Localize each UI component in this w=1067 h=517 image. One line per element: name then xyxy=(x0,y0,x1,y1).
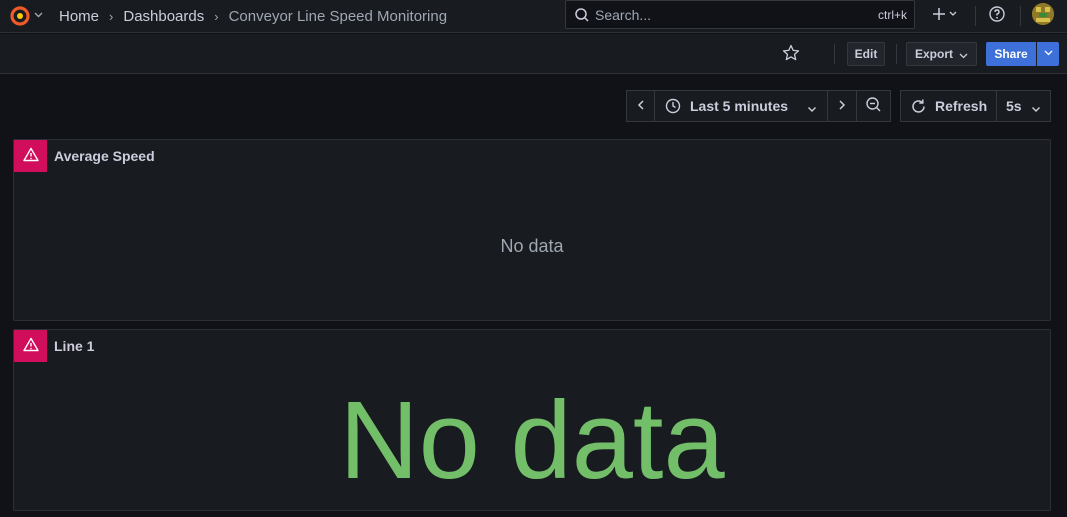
time-range-picker[interactable]: Last 5 minutes xyxy=(654,90,828,122)
zoom-out-icon xyxy=(865,96,882,116)
breadcrumb-dashboards[interactable]: Dashboards xyxy=(123,8,204,25)
panel-title[interactable]: Line 1 xyxy=(54,338,94,354)
export-label: Export xyxy=(915,47,954,61)
divider xyxy=(896,44,897,64)
divider xyxy=(975,6,976,26)
panel-average-speed: Average Speed No data xyxy=(13,139,1051,321)
edit-button[interactable]: Edit xyxy=(847,42,885,66)
refresh-button[interactable]: Refresh xyxy=(900,90,997,122)
search-placeholder: Search... xyxy=(595,7,652,23)
breadcrumb-current: Conveyor Line Speed Monitoring xyxy=(228,7,448,25)
zoom-out-button[interactable] xyxy=(856,90,891,122)
chevron-down-icon xyxy=(1044,48,1053,60)
refresh-interval-label: 5s xyxy=(1006,98,1022,114)
avatar[interactable] xyxy=(1032,3,1054,25)
top-navbar: Home › Dashboards › Conveyor Line Speed … xyxy=(0,0,1067,33)
no-data-stat-value: No data xyxy=(339,379,725,502)
add-new-button[interactable] xyxy=(929,5,961,25)
share-dropdown-button[interactable] xyxy=(1037,42,1059,66)
search-icon xyxy=(574,7,590,23)
help-icon[interactable] xyxy=(988,5,1008,25)
breadcrumb-separator-icon: › xyxy=(214,8,219,24)
breadcrumb-home[interactable]: Home xyxy=(59,8,99,25)
dashboard-toolbar: Edit Export Share xyxy=(0,34,1067,74)
divider xyxy=(834,44,835,64)
search-input[interactable]: Search... ctrl+k xyxy=(565,0,915,29)
chevron-right-icon xyxy=(837,98,847,114)
star-icon[interactable] xyxy=(782,44,802,64)
divider xyxy=(1020,6,1021,26)
time-range-forward-button[interactable] xyxy=(827,90,857,122)
warning-icon xyxy=(22,147,39,165)
panel-error-indicator[interactable] xyxy=(14,330,47,362)
chevron-left-icon xyxy=(636,98,646,114)
chevron-down-icon[interactable] xyxy=(34,8,44,22)
clock-icon xyxy=(665,98,681,114)
chevron-down-icon xyxy=(807,101,817,117)
search-shortcut: ctrl+k xyxy=(877,8,907,22)
time-range-label: Last 5 minutes xyxy=(690,98,789,114)
refresh-icon xyxy=(910,98,927,115)
grafana-logo-icon[interactable] xyxy=(7,3,33,29)
no-data-message: No data xyxy=(500,236,564,256)
warning-icon xyxy=(22,337,39,355)
panel-line-1: Line 1 No data xyxy=(13,329,1051,511)
plus-icon xyxy=(933,7,957,24)
panel-error-indicator[interactable] xyxy=(14,140,47,172)
breadcrumb: Home › Dashboards › Conveyor Line Speed … xyxy=(59,6,447,26)
breadcrumb-separator-icon: › xyxy=(109,8,114,24)
time-range-back-button[interactable] xyxy=(626,90,655,122)
panel-title[interactable]: Average Speed xyxy=(54,148,155,164)
export-button[interactable]: Export xyxy=(906,42,977,66)
chevron-down-icon xyxy=(959,49,968,63)
refresh-interval-picker[interactable]: 5s xyxy=(996,90,1051,122)
share-button[interactable]: Share xyxy=(986,42,1036,66)
chevron-down-icon xyxy=(1031,101,1041,117)
refresh-label: Refresh xyxy=(935,98,988,114)
